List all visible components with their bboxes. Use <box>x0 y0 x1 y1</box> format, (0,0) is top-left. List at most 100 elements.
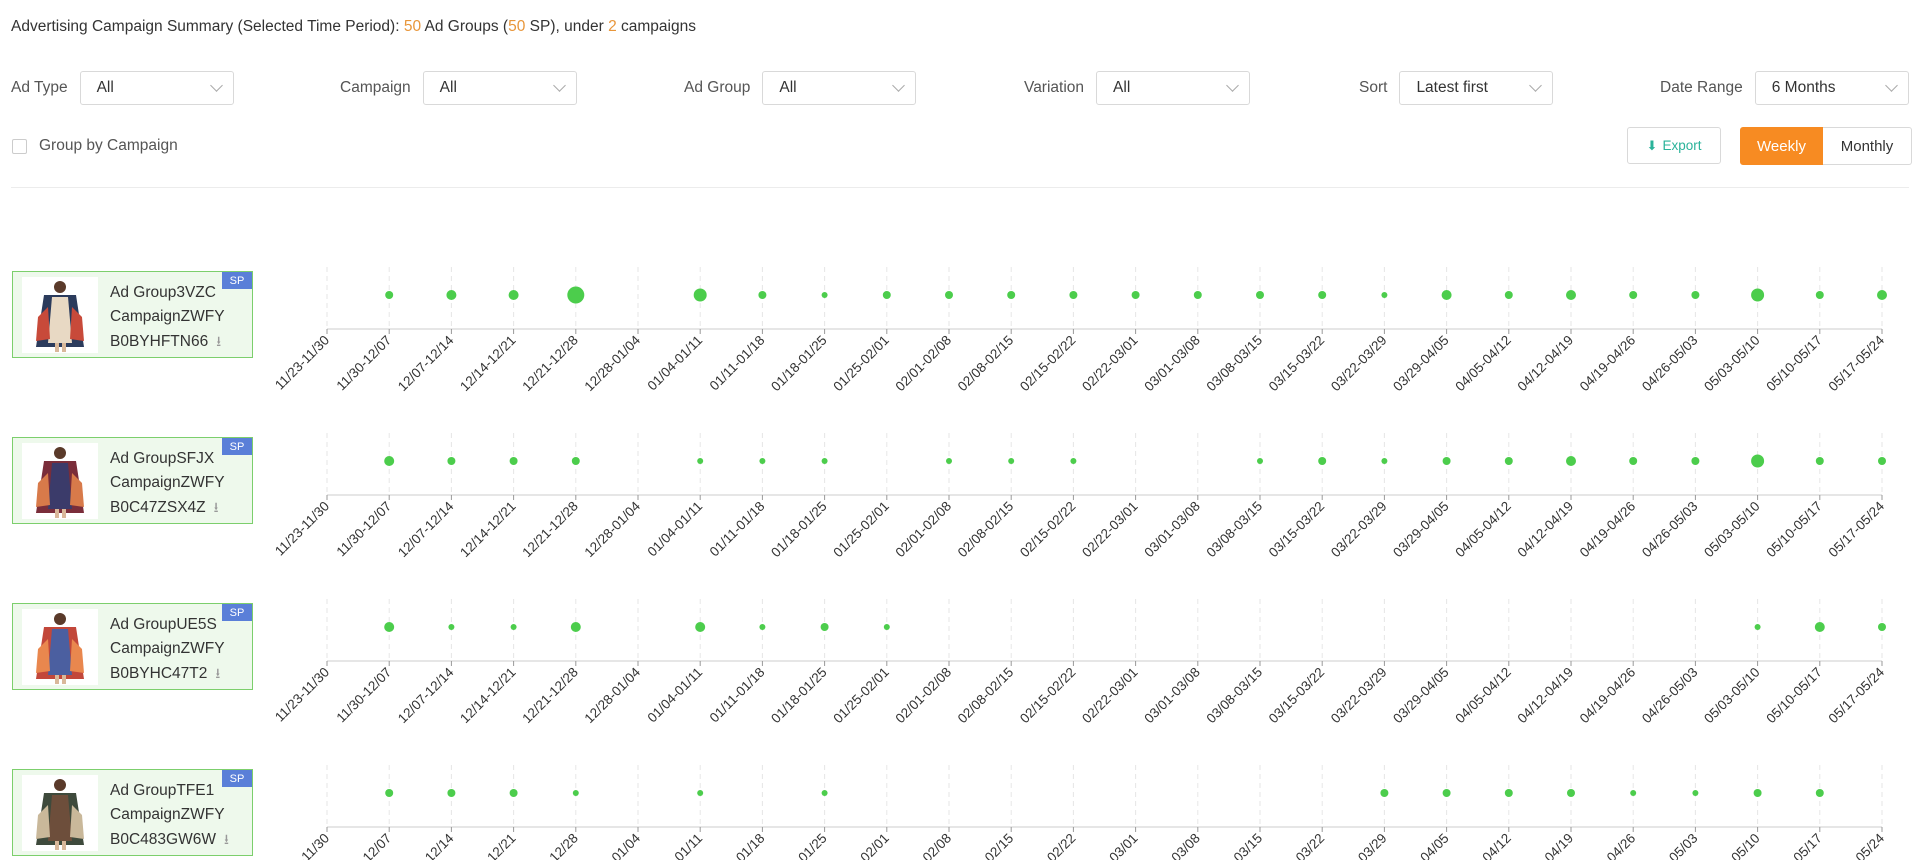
activity-dot[interactable] <box>1692 790 1699 796</box>
week-tick-label: 12/21-12/28 <box>519 665 581 727</box>
activity-dot[interactable] <box>1815 457 1824 465</box>
activity-dot[interactable] <box>1257 458 1263 464</box>
activity-dot[interactable] <box>882 291 891 299</box>
activity-dot[interactable] <box>447 457 456 465</box>
activity-dot[interactable] <box>446 290 457 300</box>
week-tick-label: 12/14-12/21 <box>457 831 519 860</box>
activity-dot[interactable] <box>695 622 706 632</box>
activity-dot[interactable] <box>570 622 581 632</box>
activity-dot[interactable] <box>1566 456 1576 466</box>
activity-dot[interactable] <box>1878 623 1886 631</box>
activity-dot[interactable] <box>693 288 707 302</box>
activity-dot[interactable] <box>820 623 829 631</box>
week-tick-label: 02/15-02/22 <box>1017 831 1079 860</box>
activity-dot[interactable] <box>1381 458 1388 464</box>
week-tick-label: 03/22-03/29 <box>1328 665 1390 727</box>
activity-dot[interactable] <box>1008 458 1015 464</box>
activity-dot[interactable] <box>1753 789 1762 797</box>
activity-dot[interactable] <box>1629 291 1638 299</box>
week-tick-label: 05/03-05/10 <box>1701 333 1763 395</box>
activity-dot[interactable] <box>697 790 704 796</box>
week-tick-label: 04/19-04/26 <box>1577 499 1639 561</box>
activity-dot[interactable] <box>759 458 766 464</box>
activity-dot[interactable] <box>447 789 456 797</box>
activity-dot[interactable] <box>1256 291 1264 299</box>
activity-dot[interactable] <box>883 624 890 630</box>
week-tick-label: 04/05-04/12 <box>1452 499 1514 561</box>
week-tick-label: 04/12-04/19 <box>1515 333 1577 395</box>
week-tick-label: 11/23-11/30 <box>272 333 332 393</box>
week-tick-label: 03/08-03/15 <box>1204 831 1266 860</box>
activity-dot[interactable] <box>821 458 828 464</box>
activity-dot[interactable] <box>1442 789 1451 797</box>
activity-dot[interactable] <box>697 458 704 464</box>
week-tick-label: 01/18-01/25 <box>768 665 830 727</box>
activity-dot[interactable] <box>1070 458 1077 464</box>
activity-dot[interactable] <box>1566 290 1576 300</box>
week-tick-label: 04/12-04/19 <box>1515 499 1577 561</box>
activity-dot[interactable] <box>1441 290 1452 300</box>
activity-dot[interactable] <box>509 457 518 465</box>
activity-dot[interactable] <box>1069 291 1078 299</box>
activity-dot[interactable] <box>1504 457 1513 465</box>
week-tick-label: 04/26-05/03 <box>1639 831 1701 860</box>
activity-dot[interactable] <box>448 624 455 630</box>
week-tick-label: 03/08-03/15 <box>1204 333 1266 395</box>
activity-dot[interactable] <box>1691 457 1700 465</box>
activity-dot[interactable] <box>509 789 518 797</box>
activity-dot[interactable] <box>1007 291 1016 299</box>
activity-dot[interactable] <box>946 458 952 464</box>
week-tick-label: 11/23-11/30 <box>272 831 332 860</box>
week-tick-label: 02/22-03/01 <box>1079 831 1141 860</box>
activity-dot[interactable] <box>821 790 828 796</box>
activity-dot[interactable] <box>384 456 395 466</box>
activity-dot[interactable] <box>821 292 828 298</box>
week-tick-label: 05/03-05/10 <box>1701 499 1763 561</box>
week-tick-label: 05/10-05/17 <box>1763 333 1825 395</box>
activity-dot[interactable] <box>384 622 395 632</box>
activity-dot[interactable] <box>1815 789 1824 797</box>
activity-dot[interactable] <box>1751 288 1765 302</box>
activity-dot[interactable] <box>1318 291 1327 299</box>
activity-dot[interactable] <box>1442 457 1451 465</box>
activity-dot[interactable] <box>571 457 580 465</box>
activity-dot[interactable] <box>572 790 579 796</box>
week-tick-label: 01/11-01/18 <box>707 333 768 394</box>
week-tick-label: 02/22-03/01 <box>1079 333 1141 395</box>
activity-dot[interactable] <box>1751 454 1765 468</box>
timeline-chart: 11/23-11/30 11/30-12/07 12/07-12/14 12/14-1… <box>272 267 1887 860</box>
week-tick-label: 03/29-04/05 <box>1390 665 1452 727</box>
activity-dot[interactable] <box>1814 622 1825 632</box>
activity-dot[interactable] <box>1691 291 1700 299</box>
week-tick-label: 02/01-02/08 <box>893 333 955 395</box>
activity-dot[interactable] <box>1878 457 1886 465</box>
activity-dot[interactable] <box>1877 290 1887 300</box>
week-tick-label: 05/03-05/10 <box>1701 665 1763 727</box>
activity-dot[interactable] <box>385 789 394 797</box>
activity-dot[interactable] <box>1131 291 1140 299</box>
activity-dot[interactable] <box>1381 292 1388 298</box>
activity-dot[interactable] <box>508 290 519 300</box>
activity-dot[interactable] <box>1629 457 1638 465</box>
activity-dot[interactable] <box>945 291 953 299</box>
activity-dot[interactable] <box>1815 291 1824 299</box>
activity-dot[interactable] <box>567 286 585 304</box>
activity-dot[interactable] <box>1754 624 1761 630</box>
activity-dot[interactable] <box>1504 291 1513 299</box>
activity-dot[interactable] <box>758 291 767 299</box>
week-tick-label: 12/21-12/28 <box>519 499 581 561</box>
activity-dot[interactable] <box>385 291 394 299</box>
activity-dot[interactable] <box>510 624 517 630</box>
activity-dot[interactable] <box>1630 790 1637 796</box>
activity-dot[interactable] <box>1318 457 1327 465</box>
week-tick-label: 03/29-04/05 <box>1390 333 1452 395</box>
week-tick-label: 01/04-01/11 <box>644 499 705 560</box>
activity-dot[interactable] <box>1380 789 1389 797</box>
activity-dot[interactable] <box>1193 291 1202 299</box>
week-tick-label: 03/15-03/22 <box>1266 333 1328 395</box>
activity-dot[interactable] <box>759 624 766 630</box>
activity-dot[interactable] <box>1567 789 1575 797</box>
week-tick-label: 11/30-12/07 <box>333 831 394 860</box>
week-tick-label: 04/26-05/03 <box>1639 665 1701 727</box>
activity-dot[interactable] <box>1504 789 1513 797</box>
